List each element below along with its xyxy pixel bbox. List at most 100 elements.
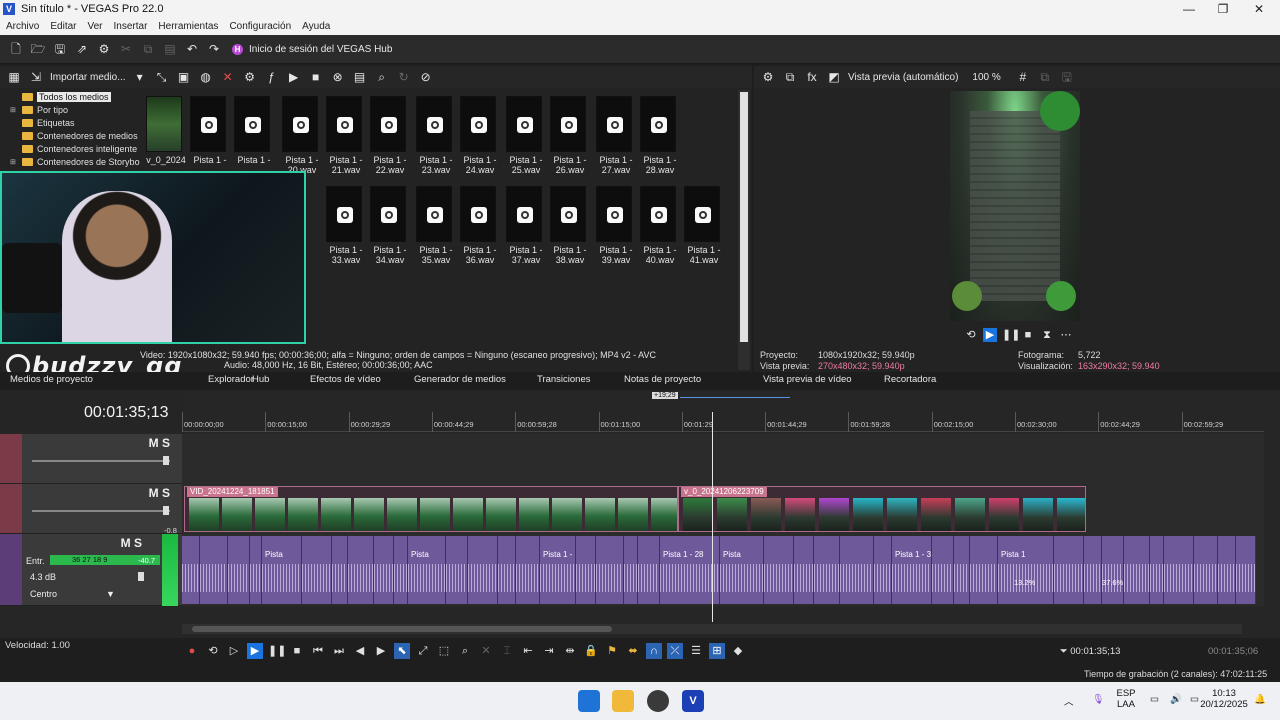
audio-clip[interactable]: Pista 1 - 32 (892, 536, 932, 604)
play-icon[interactable]: ▶ (247, 643, 263, 659)
audio-clip[interactable] (596, 536, 624, 604)
audio-clip[interactable] (1084, 536, 1102, 604)
track-3-body[interactable]: Pista Pista Pista 1 - Pista 1 - 28 Pista Pist… (182, 534, 1264, 606)
fx-icon[interactable]: fx (804, 69, 820, 85)
audio-clip[interactable] (446, 536, 468, 604)
audio-clip[interactable] (794, 536, 814, 604)
audio-clip[interactable] (332, 536, 348, 604)
prev-frame-icon[interactable]: ◀ (352, 643, 368, 659)
stop-icon[interactable]: ■ (1021, 328, 1035, 342)
grid-icon[interactable]: # (1015, 69, 1031, 85)
audio-clip[interactable] (200, 536, 228, 604)
explorer-scrollbar[interactable] (738, 90, 750, 370)
go-to-end-icon[interactable]: ⏭ (331, 643, 347, 659)
media-tile[interactable]: Pista 1 - 25.wav (506, 96, 548, 175)
media-tile[interactable]: Pista 1 - 35.wav (416, 186, 458, 265)
audio-clip[interactable] (1054, 536, 1084, 604)
tab-video-preview[interactable]: Vista previa de vídeo (763, 374, 852, 385)
audio-clip[interactable] (1194, 536, 1218, 604)
more-icon[interactable]: ⋯ (1059, 328, 1073, 342)
play-icon[interactable]: ▶ (983, 328, 997, 342)
time-ruler[interactable]: 00:00:00;00 00:00:15;00 00:00:29;29 00:00:4… (182, 412, 1264, 432)
menu-configuracion[interactable]: Configuración (229, 21, 291, 32)
audio-clip[interactable] (954, 536, 970, 604)
external-monitor-icon[interactable]: ⧉ (782, 69, 798, 85)
audio-clip[interactable] (764, 536, 794, 604)
mixer-icon[interactable]: ⧗ (1040, 328, 1054, 342)
delete-icon[interactable]: ✕ (478, 643, 494, 659)
menu-herramientas[interactable]: Herramientas (158, 21, 218, 32)
play-from-start-icon[interactable]: ▷ (226, 643, 242, 659)
minimize-icon[interactable]: — (1172, 0, 1206, 18)
gear-icon[interactable]: ⚙ (96, 41, 112, 57)
media-tile[interactable]: v_0_2024 (146, 96, 188, 174)
zoom-select[interactable]: 100 % (972, 72, 1000, 83)
pause-icon[interactable]: ❚❚ (268, 643, 286, 659)
audio-clip[interactable]: Pista (720, 536, 764, 604)
tab-project-media[interactable]: Medios de proyecto (10, 374, 93, 385)
audio-clip[interactable] (970, 536, 998, 604)
audio-clip[interactable]: Pista 1 - 28 (660, 536, 720, 604)
network-icon[interactable]: ▭ (1150, 694, 1159, 705)
split-icon[interactable]: ⇹ (562, 643, 578, 659)
split-screen-icon[interactable]: ◩ (826, 69, 842, 85)
expand-icon[interactable]: ⊞ (10, 158, 16, 166)
audio-clip[interactable] (840, 536, 874, 604)
record-icon[interactable]: ● (184, 643, 200, 659)
media-tile[interactable]: Pista 1 - 41.wav (684, 186, 726, 265)
expand-icon[interactable]: ⊞ (10, 106, 16, 114)
lock-icon[interactable]: 🔒 (583, 643, 599, 659)
audio-clip[interactable] (1124, 536, 1150, 604)
play-icon[interactable]: ▶ (286, 69, 302, 85)
volume-slider-knob[interactable] (138, 572, 144, 581)
audio-clip[interactable] (624, 536, 638, 604)
media-tile[interactable]: Pista 1 - 26.wav (550, 96, 592, 175)
audio-clip[interactable] (1102, 536, 1124, 604)
start-icon[interactable] (578, 690, 600, 712)
media-tile[interactable]: Pista 1 - 23.wav (416, 96, 458, 175)
auto-crossfade-icon[interactable]: ⤫ (667, 643, 683, 659)
audio-clip[interactable]: Pista 1 - (540, 536, 576, 604)
audio-clip[interactable] (498, 536, 516, 604)
audio-clip[interactable] (576, 536, 596, 604)
mute-solo-buttons[interactable]: M S (149, 486, 170, 500)
clock[interactable]: 10:13 20/12/2025 (1196, 688, 1252, 710)
audio-clip[interactable] (228, 536, 250, 604)
audio-clip[interactable] (302, 536, 332, 604)
track-header-2[interactable]: M S (0, 484, 182, 534)
timeline-scrollbar[interactable] (182, 624, 1242, 634)
audio-clip[interactable] (1164, 536, 1194, 604)
tab-hub[interactable]: Hub (252, 374, 269, 385)
envelope-tool-icon[interactable]: ⤢ (415, 643, 431, 659)
level-slider-knob[interactable] (163, 506, 169, 515)
audio-clip[interactable]: Pista (408, 536, 446, 604)
undo-icon[interactable]: ↶ (184, 41, 200, 57)
refresh-icon[interactable]: ↻ (396, 69, 412, 85)
fx-icon[interactable]: ƒ (264, 69, 280, 85)
remove-icon[interactable]: ✕ (220, 69, 236, 85)
vegas-hub-login[interactable]: H Inicio de sesión del VEGAS Hub (232, 43, 392, 55)
go-to-start-icon[interactable]: ⏮ (310, 643, 326, 659)
views-icon[interactable]: ▤ (352, 69, 368, 85)
restore-icon[interactable]: ❐ (1206, 0, 1240, 18)
properties-icon[interactable]: ⚙ (242, 69, 258, 85)
video-clip[interactable]: VID_20241224_181851 (184, 486, 678, 532)
selection-tool-icon[interactable]: ⬚ (436, 643, 452, 659)
file-explorer-icon[interactable] (612, 690, 634, 712)
snap-icon[interactable]: ∩ (646, 643, 662, 659)
next-frame-icon[interactable]: ▶ (373, 643, 389, 659)
mute-solo-buttons[interactable]: M S (149, 436, 170, 450)
media-tile[interactable]: Pista 1 - 20.wav (282, 96, 324, 175)
web-icon[interactable]: ◍ (198, 69, 214, 85)
color-icon[interactable]: ◆ (730, 643, 746, 659)
media-tile[interactable]: Pista 1 - 22.wav (370, 96, 412, 175)
notifications-icon[interactable]: 🔔 (1254, 694, 1266, 705)
audio-clip[interactable] (374, 536, 394, 604)
group-icon[interactable]: ⊞ (709, 643, 725, 659)
audio-clip[interactable] (182, 536, 200, 604)
media-tile[interactable]: Pista 1 - (190, 96, 232, 174)
render-icon[interactable]: ⇗ (74, 41, 90, 57)
tree-item-media-bins[interactable]: Contenedores de medios (0, 129, 140, 142)
audio-clip[interactable] (638, 536, 660, 604)
media-tile[interactable]: Pista 1 - 37.wav (506, 186, 548, 265)
